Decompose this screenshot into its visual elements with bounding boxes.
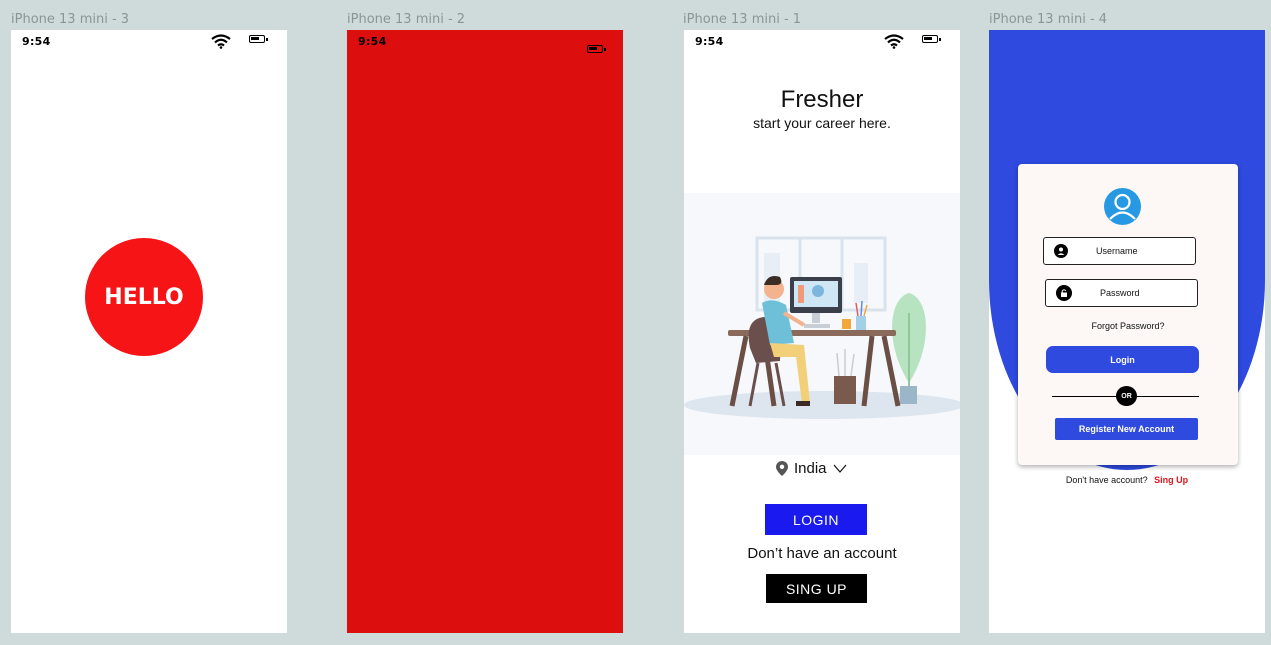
- login-button[interactable]: Login: [1046, 346, 1199, 373]
- frame-hello: 9:54 HELLO: [11, 30, 287, 633]
- username-placeholder: Username: [1096, 246, 1138, 256]
- frame-label-1: iPhone 13 mini - 1: [683, 12, 802, 27]
- app-subtitle: start your career here.: [753, 115, 891, 131]
- country-label: India: [794, 460, 827, 477]
- frame-login-card: Username Password Forgot Password? Login…: [989, 30, 1265, 633]
- frame-splash: 9:54: [347, 30, 623, 633]
- username-field[interactable]: Username: [1043, 237, 1196, 265]
- login-card: Username Password Forgot Password? Login…: [1018, 164, 1238, 465]
- frame-label-2: iPhone 13 mini - 2: [347, 12, 466, 27]
- frame-fresher: 9:54 Fresher start your career here. Ind…: [684, 30, 960, 633]
- password-field[interactable]: Password: [1045, 279, 1198, 307]
- signup-link[interactable]: Sing Up: [1154, 475, 1188, 485]
- register-button[interactable]: Register New Account: [1055, 418, 1198, 440]
- password-placeholder: Password: [1100, 288, 1140, 298]
- battery-icon: [922, 35, 941, 43]
- chevron-down-icon: [833, 464, 846, 473]
- no-account-text: Don’t have an account: [747, 545, 897, 562]
- location-pin-icon: [776, 461, 788, 476]
- user-avatar-icon: [1104, 188, 1141, 225]
- user-icon: [1054, 244, 1068, 258]
- frame-label-3: iPhone 13 mini - 3: [11, 12, 130, 27]
- status-time: 9:54: [22, 35, 51, 48]
- status-time: 9:54: [695, 35, 724, 48]
- workspace-illustration: [684, 193, 960, 455]
- hello-badge: HELLO: [85, 238, 203, 356]
- battery-icon: [587, 45, 606, 53]
- wifi-icon: [884, 34, 904, 49]
- lock-icon: [1056, 285, 1072, 301]
- wifi-icon: [211, 34, 231, 49]
- signup-prompt: Don't have account? Sing Up: [989, 475, 1265, 485]
- app-title: Fresher: [780, 86, 864, 113]
- country-selector[interactable]: India: [776, 460, 847, 477]
- status-time: 9:54: [358, 35, 387, 48]
- or-divider: OR: [1116, 386, 1137, 406]
- signup-button[interactable]: SING UP: [766, 574, 867, 603]
- frame-label-4: iPhone 13 mini - 4: [989, 12, 1108, 27]
- forgot-password-link[interactable]: Forgot Password?: [1018, 321, 1238, 331]
- login-button[interactable]: LOGIN: [765, 504, 867, 535]
- battery-icon: [249, 35, 268, 43]
- signup-prompt-text: Don't have account?: [1065, 475, 1148, 485]
